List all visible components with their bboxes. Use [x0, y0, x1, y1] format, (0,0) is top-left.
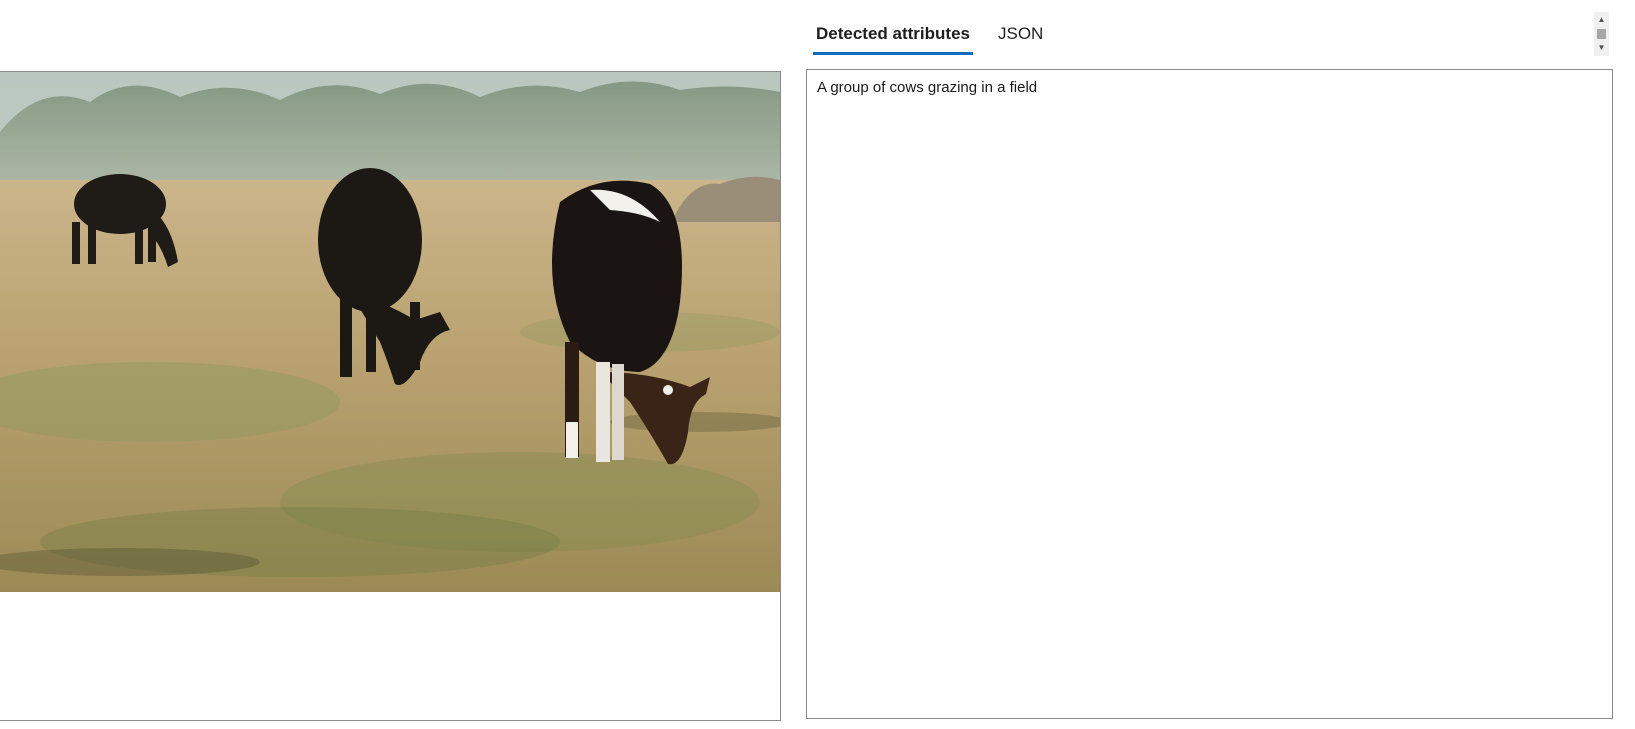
scroll-up-icon[interactable]: ▲ [1594, 14, 1609, 26]
scroll-down-icon[interactable]: ▼ [1594, 42, 1609, 54]
detected-attributes-panel[interactable]: A group of cows grazing in a field [806, 69, 1613, 719]
tab-detected-attributes[interactable]: Detected attributes [813, 18, 973, 55]
app-stage: Detected attributes JSON A group of cows… [0, 0, 1635, 729]
caption-text: A group of cows grazing in a field [817, 79, 1038, 96]
result-tabs: Detected attributes JSON [813, 18, 1068, 58]
cows-photo [0, 72, 780, 592]
image-preview-frame [0, 71, 781, 721]
tab-json[interactable]: JSON [995, 18, 1046, 52]
scroll-thumb[interactable] [1597, 29, 1606, 39]
vertical-scrollbar[interactable]: ▲ ▼ [1594, 12, 1609, 56]
